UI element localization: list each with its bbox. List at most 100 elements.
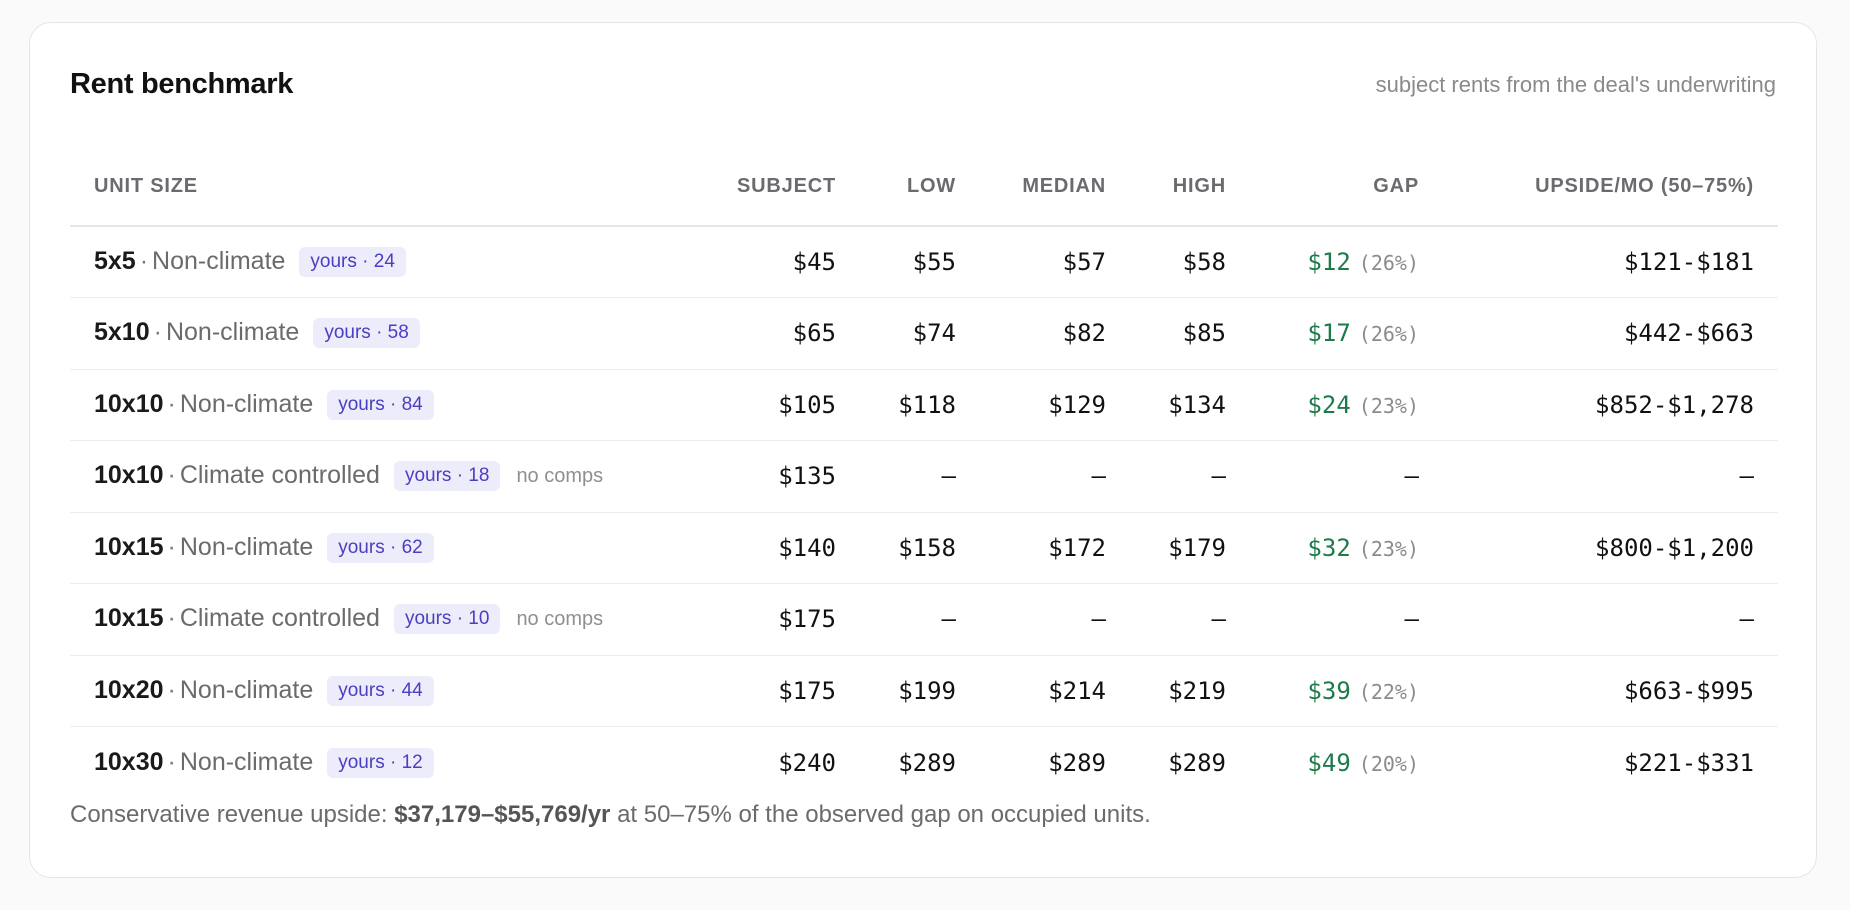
yours-count-badge: yours · 58 (313, 318, 420, 349)
table-row[interactable]: 5x10 · Non-climate yours · 58 $65 $74 $82 $85 $1… (70, 297, 1778, 370)
summary-prefix: Conservative revenue upside: (70, 801, 395, 828)
upside-cell: – (1443, 583, 1778, 656)
median-cell-value: $82 (1062, 319, 1106, 348)
low-cell-value: – (941, 462, 956, 491)
table-row[interactable]: 10x15 · Non-climate yours · 62 $140 $158 $172 $… (70, 512, 1778, 584)
subject-cell-value: $140 (778, 533, 836, 562)
header-low[interactable]: LOW (860, 148, 980, 227)
upside-cell-value: $121-$181 (1623, 248, 1754, 276)
separator-dot: · (139, 247, 149, 275)
median-cell-value: $57 (1062, 248, 1106, 276)
subject-cell: $175 (710, 583, 860, 656)
median-cell: – (980, 440, 1130, 513)
median-cell-value: $172 (1048, 533, 1106, 562)
upside-cell-value: $442-$663 (1623, 319, 1754, 348)
gap-percent: (20%) (1358, 751, 1419, 776)
unit-size: 5x10 (94, 318, 150, 347)
gap-percent: (26%) (1358, 322, 1419, 347)
subject-cell: $240 (710, 727, 860, 799)
gap-amount: $32 (1307, 533, 1351, 562)
upside-cell: $800-$1,200 (1443, 512, 1778, 584)
gap-amount: $17 (1307, 319, 1351, 348)
upside-cell-value: $221-$331 (1623, 748, 1754, 777)
revenue-upside-summary: Conservative revenue upside: $37,179–$55… (70, 801, 1151, 829)
high-cell-value: – (1211, 462, 1226, 491)
gap-cell: $32 (23%) (1250, 512, 1443, 584)
unit-size-cell: 10x10 · Non-climate yours · 84 (70, 369, 710, 441)
high-cell: $85 (1130, 297, 1250, 370)
low-cell-value: $74 (912, 319, 956, 348)
subject-cell-value: $65 (792, 319, 836, 348)
header-gap[interactable]: GAP (1250, 148, 1443, 227)
upside-cell-value: – (1739, 462, 1754, 491)
gap-amount: – (1404, 462, 1419, 491)
unit-size: 5x5 (94, 247, 136, 275)
high-cell-value: $179 (1168, 533, 1226, 562)
header-subject[interactable]: SUBJECT (710, 148, 860, 227)
separator-dot: · (167, 675, 176, 704)
median-cell-value: $129 (1048, 390, 1106, 419)
low-cell-value: – (941, 605, 956, 634)
upside-cell: $221-$331 (1443, 727, 1778, 799)
gap-percent: (23%) (1358, 536, 1419, 561)
unit-size: 10x20 (94, 675, 164, 704)
unit-type: Climate controlled (179, 604, 380, 633)
unit-size: 10x30 (94, 747, 164, 776)
yours-count-badge: yours · 44 (327, 675, 434, 706)
card-title: Rent benchmark (70, 68, 294, 100)
median-cell: $129 (980, 369, 1130, 441)
subject-cell: $175 (710, 655, 860, 727)
yours-count-badge: yours · 84 (327, 389, 434, 420)
gap-cell: $12 (26%) (1250, 226, 1443, 298)
unit-size: 10x15 (94, 532, 164, 561)
subject-cell-value: $175 (778, 605, 836, 634)
rent-benchmark-table: UNIT SIZE SUBJECT LOW MEDIAN HIGH GAP UP… (70, 148, 1778, 798)
separator-dot: · (167, 532, 176, 561)
header-unit-size[interactable]: UNIT SIZE (70, 148, 710, 227)
unit-size: 10x10 (94, 461, 164, 490)
unit-size-cell: 10x30 · Non-climate yours · 12 (70, 727, 710, 799)
median-cell-value: $214 (1048, 676, 1106, 705)
table-row[interactable]: 10x30 · Non-climate yours · 12 $240 $289 $289 $… (70, 727, 1778, 799)
table-row[interactable]: 5x5 · Non-climate yours · 24 $45 $55 $57 $58 $12… (70, 226, 1778, 298)
upside-cell-value: $663-$995 (1623, 676, 1754, 705)
upside-cell-value: $800-$1,200 (1595, 533, 1754, 562)
median-cell: $214 (980, 655, 1130, 727)
header-high[interactable]: HIGH (1130, 148, 1250, 227)
high-cell: $179 (1130, 512, 1250, 584)
no-comps-note: no comps (516, 608, 604, 631)
unit-type: Non-climate (165, 318, 300, 347)
high-cell: $219 (1130, 655, 1250, 727)
yours-count-badge: yours · 24 (299, 247, 406, 277)
table-row[interactable]: 10x10 · Climate controlled yours · 18 no com… (70, 440, 1778, 513)
low-cell-value: $158 (898, 533, 956, 562)
unit-type: Climate controlled (179, 461, 380, 490)
unit-type: Non-climate (179, 389, 314, 418)
upside-cell-value: – (1739, 605, 1754, 634)
gap-cell: $49 (20%) (1250, 727, 1443, 799)
unit-type: Non-climate (179, 747, 314, 776)
gap-cell: $24 (23%) (1250, 369, 1443, 441)
subject-cell-value: $45 (792, 248, 836, 276)
gap-percent: (26%) (1358, 251, 1419, 275)
header-upside[interactable]: UPSIDE/MO (50–75%) (1443, 148, 1778, 227)
high-cell-value: $219 (1168, 676, 1226, 705)
yours-count-badge: yours · 10 (393, 604, 501, 635)
subject-cell: $65 (710, 297, 860, 370)
high-cell: $289 (1130, 727, 1250, 799)
table-row[interactable]: 10x10 · Non-climate yours · 84 $105 $118 $129 $… (70, 369, 1778, 441)
upside-cell-value: $852-$1,278 (1595, 390, 1754, 419)
gap-amount: – (1404, 605, 1419, 634)
upside-cell: – (1443, 440, 1778, 513)
table-row[interactable]: 10x15 · Climate controlled yours · 10 no com… (70, 583, 1778, 656)
table-row[interactable]: 10x20 · Non-climate yours · 44 $175 $199 $214 $… (70, 655, 1778, 727)
separator-dot: · (167, 461, 176, 490)
low-cell: $55 (860, 226, 980, 298)
gap-amount: $39 (1307, 676, 1351, 705)
separator-dot: · (167, 747, 176, 776)
header-median[interactable]: MEDIAN (980, 148, 1130, 227)
subject-cell-value: $240 (778, 748, 836, 777)
high-cell: $58 (1130, 226, 1250, 298)
unit-size-cell: 10x15 · Climate controlled yours · 10 no com… (70, 583, 710, 656)
yours-count-badge: yours · 62 (327, 532, 434, 563)
